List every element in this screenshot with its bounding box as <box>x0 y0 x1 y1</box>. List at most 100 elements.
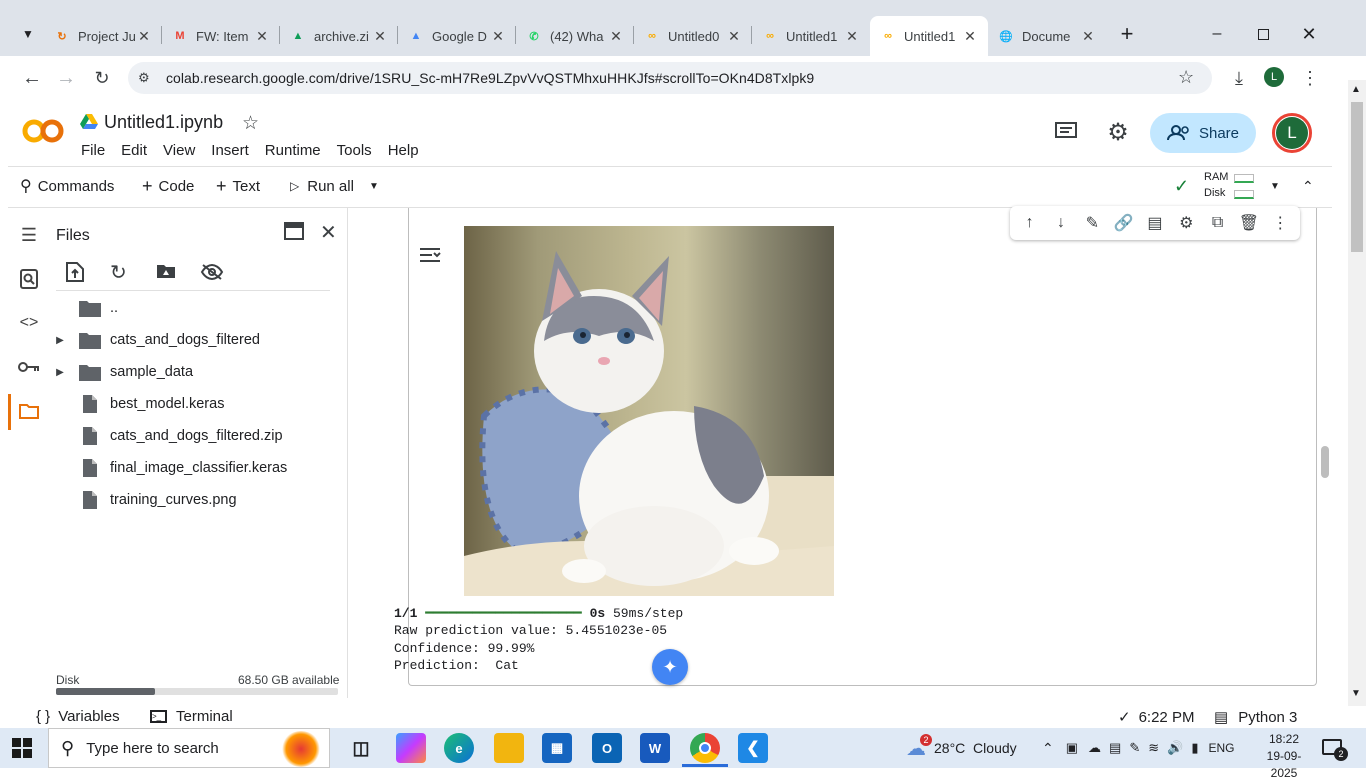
close-window-button[interactable]: ✕ <box>1286 16 1332 52</box>
menu-tools[interactable]: Tools <box>337 142 372 159</box>
notification-center-button[interactable]: 2 <box>1322 737 1348 761</box>
chevron-up-icon[interactable]: ⌃ <box>1042 740 1054 757</box>
close-tab-icon[interactable]: ✕ <box>1080 28 1096 45</box>
notebook-scrollbar-thumb[interactable] <box>1321 446 1329 478</box>
reload-button[interactable]: ↻ <box>88 64 116 92</box>
expand-arrow-icon[interactable]: ▶ <box>48 335 72 346</box>
key-icon[interactable] <box>18 356 40 378</box>
more-vert-icon[interactable]: ⋮ <box>1268 213 1292 233</box>
site-settings-icon[interactable]: ⚙ <box>138 70 150 86</box>
file-explorer-icon[interactable] <box>494 733 524 763</box>
link-icon[interactable]: 🔗 <box>1112 213 1136 233</box>
menu-runtime[interactable]: Runtime <box>265 142 321 159</box>
browser-tab[interactable]: ▲ Google D ✕ <box>398 16 516 56</box>
task-view-icon[interactable]: ◫ <box>346 733 376 763</box>
mount-drive-icon[interactable] <box>156 263 176 282</box>
edge-icon[interactable]: e <box>444 733 474 763</box>
gemini-button[interactable]: ✦ <box>652 649 688 685</box>
volume-icon[interactable]: 🔊 <box>1167 740 1183 756</box>
browser-tab[interactable]: ∞ Untitled1 ✕ <box>870 16 988 56</box>
resources-dropdown[interactable]: ▼ <box>1270 166 1280 206</box>
open-in-tab-icon[interactable] <box>284 222 304 243</box>
file-list-item[interactable]: training_curves.png <box>48 484 338 516</box>
browser-menu-button[interactable]: ⋮ <box>1300 64 1320 92</box>
browser-tab[interactable]: ▲ archive.zi ✕ <box>280 16 398 56</box>
back-button[interactable]: ← <box>18 64 46 92</box>
chrome-icon[interactable] <box>690 733 720 763</box>
file-list-item[interactable]: final_image_classifier.keras <box>48 452 338 484</box>
settings-button[interactable]: ⚙ <box>1104 118 1132 146</box>
menu-file[interactable]: File <box>81 142 105 159</box>
tab-search-button[interactable]: ▼ <box>14 20 42 48</box>
gear-icon[interactable]: ⚙ <box>1174 213 1198 233</box>
menu-help[interactable]: Help <box>388 142 419 159</box>
notebook-title[interactable]: Untitled1.ipynb <box>104 112 223 133</box>
close-tab-icon[interactable]: ✕ <box>254 28 270 45</box>
find-icon[interactable] <box>18 268 40 290</box>
close-tab-icon[interactable]: ✕ <box>726 28 742 45</box>
commands-button[interactable]: ⚲ Commands <box>20 166 114 206</box>
downloads-button[interactable]: ⤓ <box>1226 64 1252 92</box>
close-tab-icon[interactable]: ✕ <box>608 28 624 45</box>
close-tab-icon[interactable]: ✕ <box>136 28 152 45</box>
account-avatar[interactable]: L <box>1272 113 1312 153</box>
search-highlight-icon[interactable] <box>281 731 321 767</box>
browser-tab[interactable]: ∞ Untitled0 ✕ <box>634 16 752 56</box>
move-up-icon[interactable]: ↑ <box>1018 214 1042 232</box>
comments-button[interactable] <box>1054 120 1078 144</box>
browser-tab[interactable]: 🌐 Docume ✕ <box>988 16 1106 56</box>
file-list-item[interactable]: best_model.keras <box>48 388 338 420</box>
vscode-icon[interactable]: ❮ <box>738 733 768 763</box>
mirror-cell-icon[interactable]: ⧉ <box>1206 214 1230 232</box>
terminal-button[interactable]: >_ Terminal <box>150 708 233 725</box>
bookmark-star-icon[interactable]: ☆ <box>1178 67 1194 88</box>
close-panel-icon[interactable]: ✕ <box>320 220 337 245</box>
expand-arrow-icon[interactable]: ▶ <box>48 367 72 378</box>
menu-insert[interactable]: Insert <box>211 142 249 159</box>
file-list-item[interactable]: .. <box>48 292 338 324</box>
url-text[interactable]: colab.research.google.com/drive/1SRU_Sc-… <box>166 70 814 86</box>
device-icon[interactable]: ▣ <box>1066 740 1078 756</box>
profile-avatar[interactable]: L <box>1264 67 1284 87</box>
browser-tab[interactable]: M FW: Item ✕ <box>162 16 280 56</box>
add-code-button[interactable]: + Code <box>142 166 194 206</box>
word-icon[interactable]: W <box>640 733 670 763</box>
copilot-icon[interactable] <box>396 733 426 763</box>
browser-tab[interactable]: ∞ Untitled1 ✕ <box>752 16 870 56</box>
refresh-icon[interactable]: ↻ <box>110 260 127 285</box>
language-indicator[interactable]: ENG <box>1208 741 1234 755</box>
add-text-button[interactable]: + Text <box>216 166 260 206</box>
new-tab-button[interactable]: + <box>1114 20 1140 48</box>
close-tab-icon[interactable]: ✕ <box>844 28 860 45</box>
wifi-icon[interactable]: ≋ <box>1148 740 1159 756</box>
scrollbar-thumb[interactable] <box>1351 102 1363 252</box>
weather-widget[interactable]: ☁ 2 28°C Cloudy <box>906 728 1017 768</box>
execution-status[interactable]: ✓ 6:22 PM <box>1118 708 1194 727</box>
star-icon[interactable]: ☆ <box>242 112 259 135</box>
upload-icon[interactable] <box>66 262 84 285</box>
forward-button[interactable]: → <box>52 64 80 92</box>
close-tab-icon[interactable]: ✕ <box>962 28 978 45</box>
delete-icon[interactable]: 🗑 <box>1237 213 1261 233</box>
close-tab-icon[interactable]: ✕ <box>372 28 388 45</box>
edit-pencil-icon[interactable]: ✎ <box>1080 213 1104 233</box>
cloud-sync-icon[interactable]: ☁ <box>1088 740 1101 756</box>
battery-icon[interactable]: ▮ <box>1191 740 1198 756</box>
move-down-icon[interactable]: ↓ <box>1049 214 1073 232</box>
table-of-contents-icon[interactable]: ☰ <box>18 224 40 246</box>
minimize-button[interactable]: – <box>1194 16 1240 52</box>
outlook-icon[interactable]: O <box>592 733 622 763</box>
file-list-item[interactable]: ▶ sample_data <box>48 356 338 388</box>
output-actions-icon[interactable] <box>419 246 441 267</box>
store-icon[interactable]: ▦ <box>542 733 572 763</box>
scroll-up-icon[interactable]: ▲ <box>1351 84 1361 95</box>
resources-indicator[interactable]: RAM Disk <box>1204 170 1260 202</box>
maximize-button[interactable] <box>1240 16 1286 52</box>
comment-icon[interactable]: ▤ <box>1143 213 1167 233</box>
page-scrollbar[interactable]: ▲ ▼ <box>1348 80 1366 706</box>
hide-hidden-files-icon[interactable] <box>200 263 224 283</box>
address-bar[interactable]: ⚙ colab.research.google.com/drive/1SRU_S… <box>128 62 1212 94</box>
run-all-dropdown[interactable]: ▼ <box>369 166 379 206</box>
code-snippets-icon[interactable]: <> <box>18 312 40 334</box>
display-icon[interactable]: ▤ <box>1109 740 1121 756</box>
